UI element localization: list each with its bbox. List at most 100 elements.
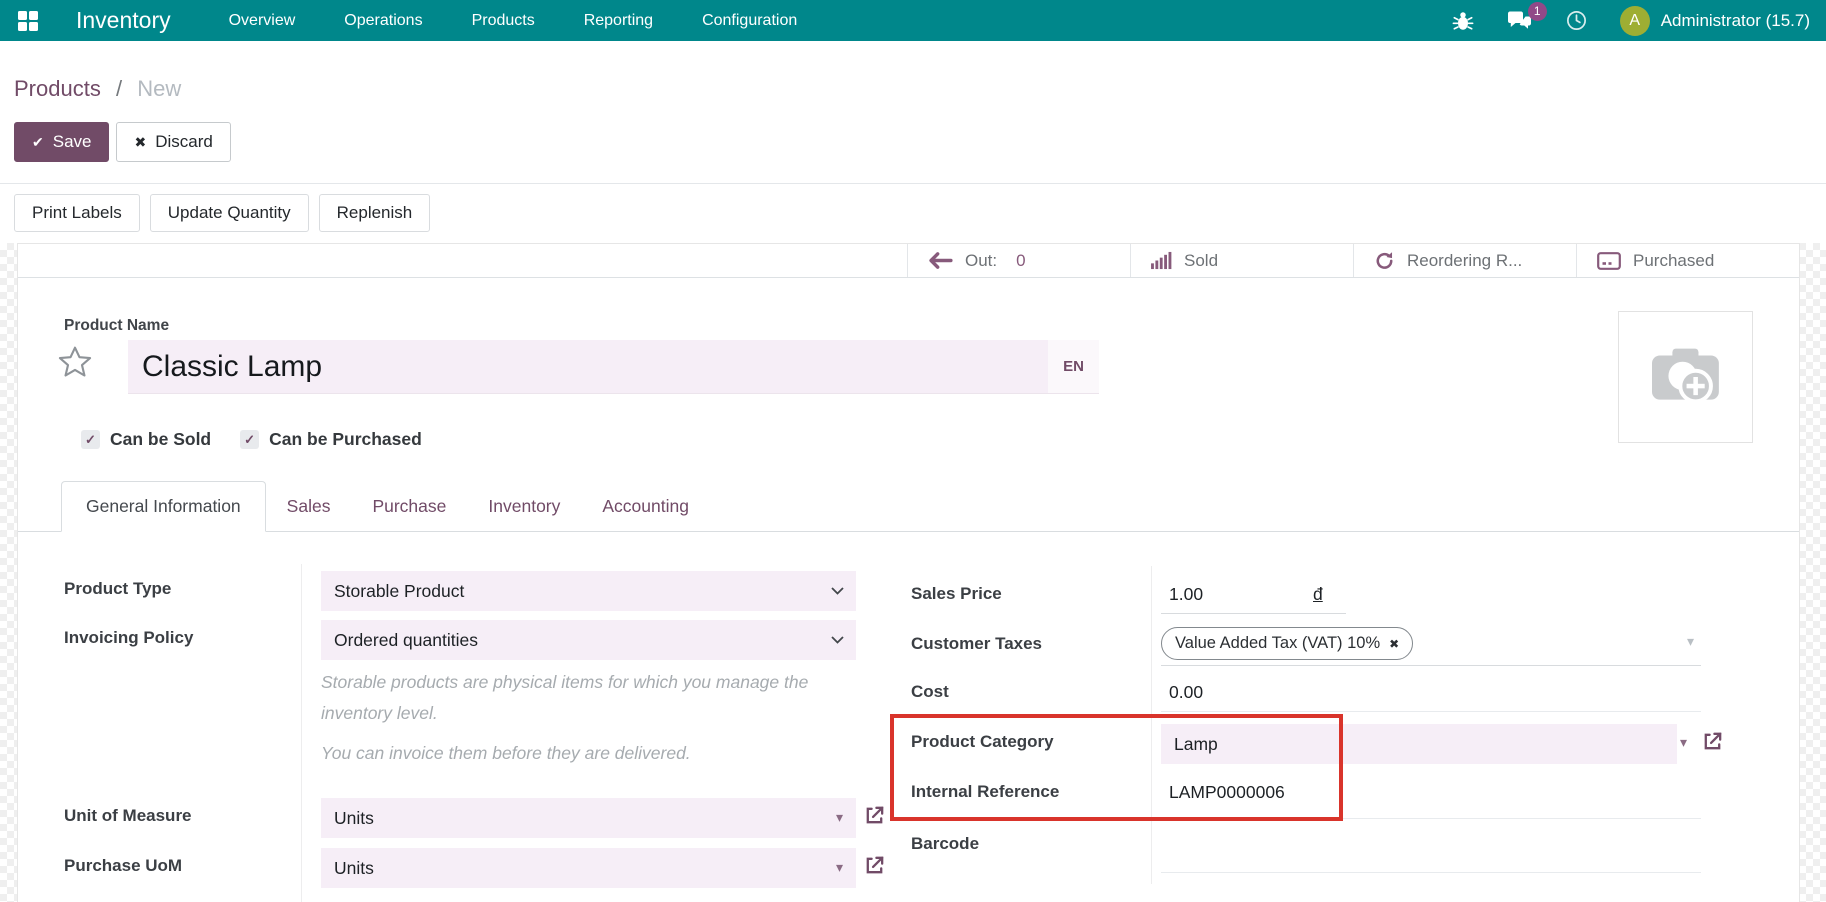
breadcrumb-products-link[interactable]: Products (14, 76, 101, 101)
purchase-uom-label: Purchase UoM (64, 856, 182, 876)
stat-button-box: Out: 0 Sold Reordering R... (18, 244, 1799, 278)
tab-purchase[interactable]: Purchase (351, 482, 467, 531)
sales-price-input[interactable]: 1.00 (1169, 584, 1203, 605)
right-column-divider (1151, 566, 1152, 884)
update-quantity-button[interactable]: Update Quantity (150, 194, 309, 232)
apps-grid-icon[interactable] (16, 9, 40, 33)
menu-operations[interactable]: Operations (344, 12, 422, 30)
can-be-sold-item: ✓ Can be Sold (81, 429, 211, 450)
remove-tag-icon[interactable]: ✖ (1389, 637, 1399, 651)
camera-plus-icon (1646, 343, 1726, 411)
storable-help-text: Storable products are physical items for… (321, 667, 813, 779)
sales-price-underline (1161, 613, 1346, 614)
print-labels-button[interactable]: Print Labels (14, 194, 140, 232)
barcode-input[interactable] (1169, 834, 1469, 856)
cost-label: Cost (911, 682, 949, 702)
breadcrumb-current: New (137, 76, 181, 101)
can-be-sold-label: Can be Sold (110, 429, 211, 450)
message-count-badge: 1 (1528, 2, 1547, 21)
arrow-left-icon (928, 252, 953, 269)
chevron-down-icon (831, 636, 844, 644)
messages-icon[interactable]: 1 (1506, 10, 1533, 32)
cost-underline (1161, 711, 1701, 712)
caret-down-icon: ▾ (836, 859, 843, 876)
customer-taxes-underline (1161, 665, 1701, 666)
can-be-sold-checkbox[interactable]: ✓ (81, 430, 100, 449)
main-menu: Overview Operations Products Reporting C… (229, 12, 798, 30)
customer-taxes-label: Customer Taxes (911, 634, 1042, 654)
close-icon: ✖ (134, 134, 146, 151)
caret-down-icon: ▾ (836, 809, 843, 826)
debug-bug-icon[interactable] (1452, 10, 1474, 32)
top-navbar: Inventory Overview Operations Products R… (0, 0, 1826, 41)
menu-reporting[interactable]: Reporting (584, 12, 653, 30)
tab-sales[interactable]: Sales (266, 482, 352, 531)
product-type-select[interactable]: Storable Product (321, 571, 856, 611)
check-icon: ✔ (32, 134, 44, 151)
unit-of-measure-field[interactable]: Units ▾ (321, 798, 856, 838)
bar-chart-icon (1151, 251, 1172, 270)
breadcrumb: Products / New (14, 76, 181, 102)
can-be-purchased-label: Can be Purchased (269, 429, 422, 450)
activities-clock-icon[interactable] (1565, 9, 1588, 32)
internal-reference-input[interactable]: LAMP0000006 (1169, 782, 1285, 803)
cost-input[interactable]: 0.00 (1169, 682, 1203, 703)
purchase-uom-field[interactable]: Units ▾ (321, 848, 856, 888)
stat-button-out[interactable]: Out: 0 (907, 244, 1130, 277)
unit-of-measure-label: Unit of Measure (64, 806, 192, 826)
header-divider (0, 183, 1826, 184)
menu-products[interactable]: Products (472, 12, 535, 30)
taxes-dropdown-caret-icon[interactable]: ▾ (1687, 633, 1694, 650)
product-name-input[interactable]: Classic Lamp (128, 340, 1048, 393)
out-count: 0 (1016, 251, 1025, 271)
discard-button[interactable]: ✖ Discard (116, 122, 230, 162)
can-be-purchased-item: ✓ Can be Purchased (240, 429, 422, 450)
product-name-field-wrap: Classic Lamp EN (128, 340, 1099, 394)
form-sheet: Out: 0 Sold Reordering R... (17, 243, 1800, 902)
customer-tax-tag[interactable]: Value Added Tax (VAT) 10% ✖ (1161, 627, 1413, 660)
uom-external-link-icon[interactable] (863, 804, 886, 827)
internal-reference-underline (1161, 818, 1701, 819)
topbar-right: 1 A Administrator (15.7) (1452, 6, 1810, 36)
stat-button-sold[interactable]: Sold (1130, 244, 1353, 277)
availability-checkboxes: ✓ Can be Sold ✓ Can be Purchased (81, 429, 422, 450)
avatar: A (1620, 6, 1650, 36)
product-type-label: Product Type (64, 579, 171, 599)
tab-accounting[interactable]: Accounting (581, 482, 710, 531)
translate-language-badge[interactable]: EN (1048, 340, 1099, 393)
product-image-upload[interactable] (1618, 311, 1753, 443)
save-button[interactable]: ✔ Save (14, 122, 109, 162)
tab-general-information[interactable]: General Information (61, 481, 266, 532)
credit-card-icon (1597, 252, 1621, 270)
menu-overview[interactable]: Overview (229, 12, 296, 30)
app-title[interactable]: Inventory (76, 7, 171, 34)
invoicing-policy-label: Invoicing Policy (64, 628, 193, 648)
purchase-uom-external-link-icon[interactable] (863, 854, 886, 877)
currency-symbol: đ (1313, 584, 1323, 605)
replenish-button[interactable]: Replenish (319, 194, 431, 232)
invoicing-policy-select[interactable]: Ordered quantities (321, 620, 856, 660)
category-caret-down-icon[interactable]: ▾ (1680, 734, 1687, 751)
user-name: Administrator (15.7) (1661, 11, 1810, 31)
user-menu[interactable]: A Administrator (15.7) (1620, 6, 1810, 36)
tab-inventory[interactable]: Inventory (467, 482, 581, 531)
category-external-link-icon[interactable] (1701, 730, 1724, 753)
smart-action-bar: Print Labels Update Quantity Replenish (14, 194, 430, 232)
can-be-purchased-checkbox[interactable]: ✓ (240, 430, 259, 449)
refresh-icon (1374, 251, 1395, 270)
sheet-background: Out: 0 Sold Reordering R... (0, 243, 1826, 902)
internal-reference-label: Internal Reference (911, 782, 1059, 802)
product-category-field[interactable]: Lamp (1161, 724, 1677, 764)
record-actions: ✔ Save ✖ Discard (14, 122, 231, 162)
notebook-tabs: General Information Sales Purchase Inven… (18, 479, 1799, 532)
barcode-label: Barcode (911, 834, 979, 854)
barcode-underline (1161, 872, 1701, 873)
help-line-2: You can invoice them before they are del… (321, 738, 813, 769)
chevron-down-icon (831, 587, 844, 595)
breadcrumb-separator: / (116, 76, 122, 101)
favorite-star-icon[interactable] (58, 345, 92, 379)
menu-configuration[interactable]: Configuration (702, 12, 797, 30)
stat-button-reordering[interactable]: Reordering R... (1353, 244, 1576, 277)
stat-button-purchased[interactable]: Purchased (1576, 244, 1799, 277)
help-line-1: Storable products are physical items for… (321, 667, 813, 728)
